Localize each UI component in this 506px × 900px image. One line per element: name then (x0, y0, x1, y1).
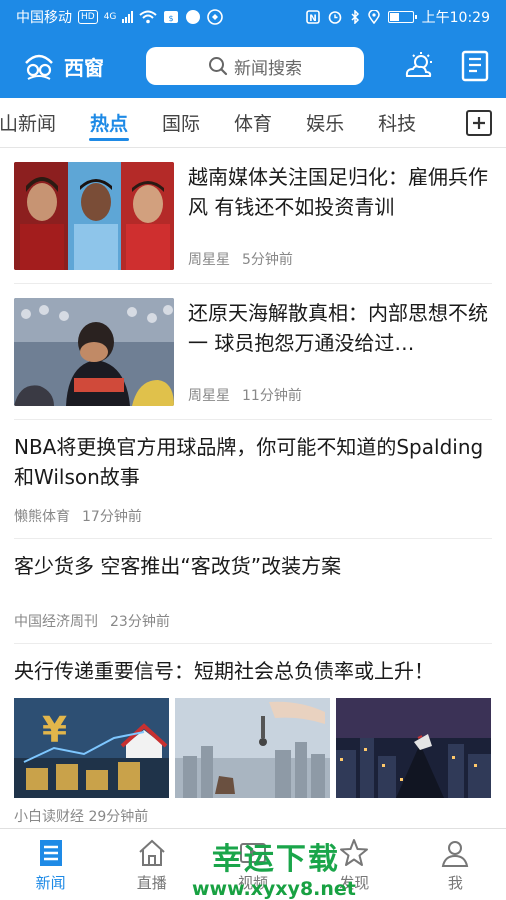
tab-4[interactable]: 娱乐 (289, 98, 361, 147)
news-item[interactable]: NBA将更换官方用球品牌，你可能不知道的Spalding和Wilson故事 懒熊… (14, 420, 492, 539)
tab-5[interactable]: 科技 (361, 98, 433, 147)
tab-2[interactable]: 国际 (145, 98, 217, 147)
news-image (175, 698, 330, 798)
nav-discover[interactable]: 发现 (304, 829, 405, 900)
search-placeholder: 新闻搜索 (234, 58, 302, 79)
newspaper-button[interactable] (458, 49, 492, 83)
nav-label: 发现 (339, 873, 370, 892)
logo-icon (25, 54, 53, 80)
app-header: 西窗 新闻搜索 (0, 34, 506, 98)
bottom-nav: 新闻 直播 视频 发现 我 (0, 828, 506, 900)
weather-icon (405, 52, 432, 77)
nav-label: 新闻 (35, 873, 66, 892)
news-time: 11分钟前 (242, 388, 302, 404)
svg-text:N: N (309, 14, 317, 24)
nfc-icon: N (305, 10, 320, 24)
star-icon (340, 838, 369, 866)
search-bar[interactable]: 新闻搜索 (146, 47, 364, 85)
tab-3[interactable]: 体育 (217, 98, 289, 147)
nav-label: 视频 (238, 873, 269, 892)
app-logo[interactable]: 西窗 (22, 49, 104, 83)
nav-label: 直播 (136, 873, 167, 892)
newspaper-icon (461, 50, 489, 82)
notification-icon: $ (164, 11, 179, 23)
news-source: 中国经济周刊 (14, 614, 98, 630)
add-category-button[interactable] (466, 110, 492, 136)
nav-video[interactable]: 视频 (202, 829, 303, 900)
search-icon (209, 57, 228, 76)
news-title: 央行传递重要信号：短期社会总负债率或上升！ (14, 659, 434, 683)
status-bar: 中国移动 HD 4G $ N 上午10:29 (0, 0, 506, 34)
nav-label: 我 (447, 873, 463, 892)
tab-0[interactable]: 山新闻 (0, 98, 73, 147)
location-icon (367, 10, 380, 24)
bluetooth-icon (351, 10, 359, 24)
video-icon (240, 842, 266, 863)
home-icon (139, 839, 165, 866)
signal-icon (122, 11, 134, 23)
news-feed: 越南媒体关注国足归化：雇佣兵作风 有钱还不如投资青训 周星星 5分钟前 还原天海… (0, 148, 506, 828)
plus-icon (473, 117, 485, 129)
svg-text:¥: ¥ (42, 710, 67, 751)
news-title: 客少货多 空客推出“客改货”改装方案 (14, 554, 342, 578)
news-thumbnail (14, 162, 174, 270)
app-notification-icon (186, 10, 201, 24)
news-source: 小白读财经 (14, 809, 84, 825)
nav-live[interactable]: 直播 (101, 829, 202, 900)
alarm-icon (328, 11, 341, 24)
tab-1[interactable]: 热点 (73, 98, 145, 147)
news-time: 29分钟前 (88, 809, 149, 825)
news-item[interactable]: 还原天海解散真相：内部思想不统一 球员抱怨万通没给过… 周星星 11分钟前 (14, 284, 492, 420)
news-icon (39, 839, 62, 866)
nav-me[interactable]: 我 (405, 829, 506, 900)
svg-text:$: $ (169, 14, 174, 23)
news-image: ¥ (14, 698, 169, 798)
news-title: 还原天海解散真相：内部思想不统一 球员抱怨万通没给过… (188, 301, 488, 355)
message-notification-icon (207, 9, 224, 25)
news-thumbnail (14, 298, 174, 406)
wifi-icon (139, 10, 158, 24)
app-name: 西窗 (64, 55, 104, 80)
clock: 上午10:29 (421, 10, 490, 26)
hd-badge: HD (78, 10, 98, 24)
news-time: 23分钟前 (110, 614, 170, 630)
news-image (336, 698, 491, 798)
news-time: 17分钟前 (82, 509, 142, 525)
news-source: 周星星 (188, 252, 230, 268)
news-meta: 小白读财经 29分钟前 (14, 806, 492, 826)
weather-button[interactable] (402, 49, 436, 83)
news-source: 周星星 (188, 388, 230, 404)
news-item[interactable]: 越南媒体关注国足归化：雇佣兵作风 有钱还不如投资青训 周星星 5分钟前 (14, 148, 492, 284)
news-time: 5分钟前 (242, 252, 293, 268)
news-item[interactable]: 央行传递重要信号：短期社会总负债率或上升！ ¥ 小白读财经 29分钟前 (14, 644, 492, 826)
news-title: 越南媒体关注国足归化：雇佣兵作风 有钱还不如投资青训 (188, 165, 488, 219)
category-tabs: 山新闻 热点 国际 体育 娱乐 科技 (0, 98, 506, 148)
battery-icon (387, 11, 417, 23)
carrier-label: 中国移动 (16, 10, 72, 26)
news-source: 懒熊体育 (14, 509, 70, 525)
network-label: 4G (103, 12, 117, 22)
nav-news[interactable]: 新闻 (0, 829, 101, 900)
news-title: NBA将更换官方用球品牌，你可能不知道的Spalding和Wilson故事 (14, 435, 484, 489)
news-item[interactable]: 客少货多 空客推出“客改货”改装方案 中国经济周刊 23分钟前 (14, 539, 492, 644)
user-icon (442, 840, 469, 867)
